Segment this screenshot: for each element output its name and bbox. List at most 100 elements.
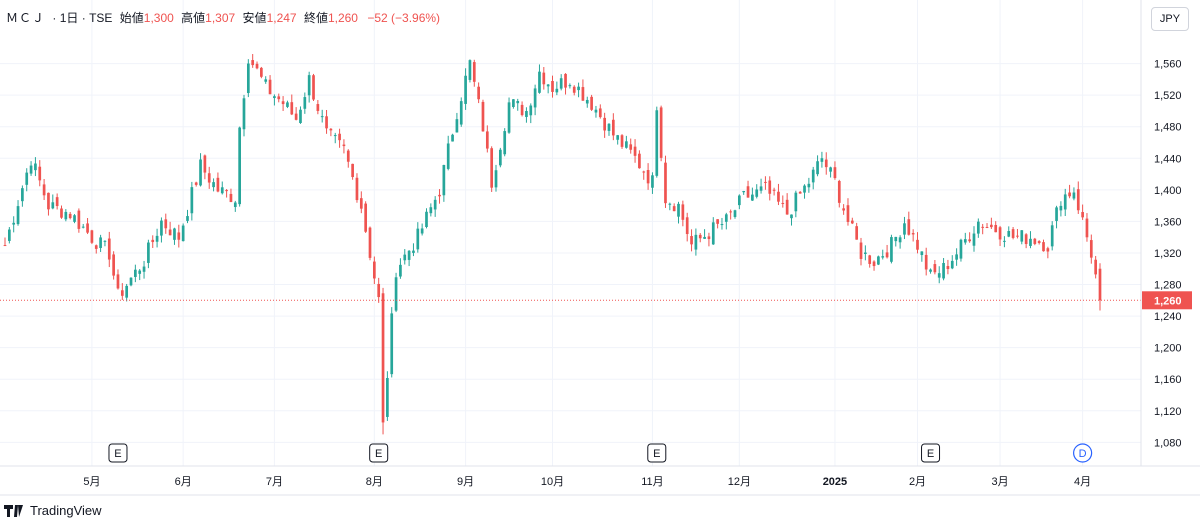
candle-body [225,190,228,192]
candle [512,99,515,109]
earnings-marker[interactable]: E [647,443,667,463]
currency-button[interactable]: JPY [1151,7,1189,31]
candle [598,104,602,119]
y-tick-label: 1,240 [1154,311,1182,323]
candle-body [868,255,872,264]
candle [911,229,915,242]
candle-body [160,220,163,236]
candle-body [120,290,124,296]
brand-name: TradingView [30,503,102,518]
candle [842,204,845,215]
price-axis[interactable]: 1,080 1,120 1,160 1,200 1,240 1,280 1,320 1,360… [1140,0,1182,466]
candle-body [173,228,176,240]
candle [542,67,546,90]
candle-body [125,285,129,298]
candle-body [34,163,37,171]
candle-body [1059,205,1063,211]
candle [268,75,272,95]
candle-body [268,79,272,95]
candle-body [976,221,980,234]
event-markers[interactable]: EEEED [108,443,1093,463]
candle [833,161,837,180]
candle-body [872,261,876,267]
tradingview-attribution[interactable]: TradingView [4,503,102,518]
dividend-marker[interactable]: D [1073,443,1093,463]
candle-body [794,192,798,212]
candle [451,133,454,142]
candle-body [751,194,754,201]
marker-label: E [114,448,121,460]
candle-body [559,78,563,89]
candle-body [68,213,72,219]
candle-body [985,226,989,228]
candle-body [959,239,963,259]
candle [164,213,168,234]
candle [520,101,524,117]
y-tick-label: 1,560 [1154,59,1182,71]
candle-body [685,217,689,235]
candle-body [472,62,476,82]
candle [1037,240,1041,245]
candle [490,146,494,192]
candle-body [690,236,693,245]
candle-body [898,237,902,243]
candle-body [894,236,898,242]
time-axis[interactable]: 5月 6月 7月 8月 9月 10月 11月 12月 2025 2月 3月 4月 [0,465,1200,496]
candle [312,73,315,102]
candle-body [1024,234,1028,245]
legend-sep: · [81,11,86,25]
candle-body [1050,225,1054,247]
candle [1081,204,1084,220]
candle [881,249,885,260]
earnings-marker[interactable]: E [369,443,389,463]
candle-body [346,150,350,162]
candle-body [651,175,654,188]
candle [468,59,472,83]
candle [238,126,241,207]
last-price-line: 1,260 [0,291,1192,310]
low-label: 安値 [242,11,267,25]
candle-body [525,111,528,117]
candle-body [1003,240,1006,242]
candle-body [890,237,893,262]
candle-body [47,192,50,210]
candle [629,138,633,154]
candle-body [803,185,806,193]
symbol-name[interactable]: ＭＣＪ [6,11,45,25]
candle [94,244,98,254]
interval[interactable]: 1日 [60,11,79,25]
candle [64,209,68,222]
x-tick-label: 4月 [1074,476,1091,488]
candle [759,178,763,194]
candle-body [329,128,333,131]
candle-body [359,198,363,209]
candlestick-chart[interactable]: 1,260 1,080 1,120 1,160 1,200 1,240 1,280 1,32… [0,0,1200,522]
candle [485,125,489,153]
candle-body [759,186,763,191]
candle-body [642,171,646,173]
y-tick-label: 1,320 [1154,248,1182,260]
candle [533,84,537,116]
symbol-legend: ＭＣＪ · 1日 · TSE 始値1,300 高値1,307 安値1,247 終… [6,9,440,26]
candle-body [281,101,285,105]
earnings-marker[interactable]: E [108,443,128,463]
earnings-marker[interactable]: E [921,443,941,463]
candle-body [598,108,602,118]
candle-body [203,155,207,173]
candle [781,195,785,208]
candle-body [850,220,854,224]
candle [859,237,863,266]
candle-body [1098,268,1102,301]
candle-body [790,214,793,219]
y-tick-label: 1,160 [1154,374,1182,386]
candle-body [129,277,133,286]
candle [264,76,268,84]
candle [890,234,893,264]
candle [946,259,950,275]
candle-body [824,159,828,168]
candle-body [946,266,950,270]
candle [620,134,624,149]
candle-body [1085,218,1089,238]
candle-body [833,167,837,179]
y-tick-label: 1,400 [1154,185,1182,197]
